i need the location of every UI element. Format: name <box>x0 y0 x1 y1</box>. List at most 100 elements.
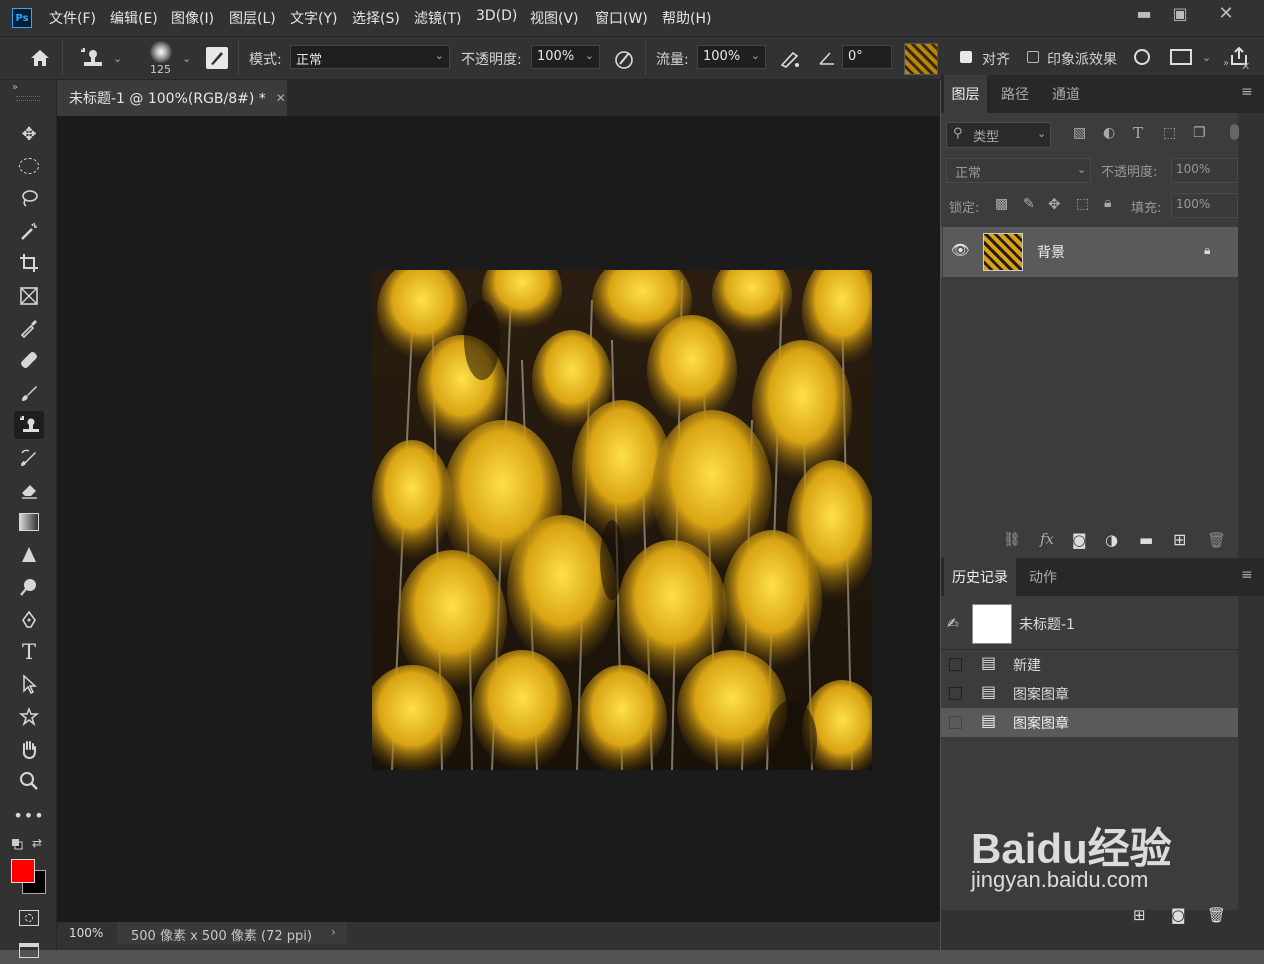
magic-wand-tool-icon[interactable] <box>14 217 44 245</box>
layer-style-icon[interactable]: fx <box>1040 530 1054 548</box>
swap-colors-icon[interactable]: ⇄ <box>32 836 46 850</box>
link-layers-icon[interactable]: ⛓︎ <box>1003 532 1021 548</box>
new-group-icon[interactable]: ▬ <box>1139 531 1153 549</box>
dodge-tool-icon[interactable] <box>14 573 44 601</box>
lock-transparent-icon[interactable]: ▩ <box>995 196 1008 212</box>
status-info-chevron-icon[interactable]: › <box>331 925 336 939</box>
angle-field[interactable]: 0° <box>842 45 892 69</box>
menu-type[interactable]: 文字(Y) <box>290 8 337 28</box>
close-tab-icon[interactable]: ✕ <box>276 91 286 105</box>
move-tool-icon[interactable]: ✥ <box>14 120 44 148</box>
lock-all-icon[interactable]: 🔒︎ <box>1104 195 1111 211</box>
default-colors-icon[interactable] <box>11 838 23 850</box>
path-selection-tool-icon[interactable] <box>14 670 44 698</box>
flow-field[interactable]: 100% ⌄ <box>697 45 766 69</box>
history-item-checkbox[interactable] <box>949 687 962 700</box>
menu-help[interactable]: 帮助(H) <box>662 8 711 28</box>
history-item-checkbox[interactable] <box>949 658 962 671</box>
eyedropper-tool-icon[interactable] <box>14 314 44 342</box>
pen-tool-icon[interactable] <box>14 606 44 634</box>
brush-chevron-down-icon[interactable]: ⌄ <box>182 52 191 65</box>
lock-position-icon[interactable]: ✥ <box>1048 195 1061 213</box>
blur-tool-icon[interactable] <box>14 541 44 569</box>
new-layer-icon[interactable]: ⊞ <box>1173 530 1186 549</box>
tab-paths[interactable]: 路径 <box>991 75 1039 113</box>
history-brush-tool-icon[interactable] <box>14 444 44 472</box>
create-snapshot-icon[interactable]: ◙ <box>1171 906 1186 924</box>
quick-mask-icon[interactable] <box>14 904 44 932</box>
add-mask-icon[interactable]: ◙ <box>1072 531 1087 549</box>
document-canvas-image[interactable] <box>372 270 872 770</box>
screen-mode-icon[interactable] <box>14 936 44 964</box>
pattern-picker-swatch[interactable] <box>904 43 938 75</box>
delete-state-icon[interactable]: 🗑︎ <box>1207 906 1226 924</box>
history-item-checkbox[interactable] <box>949 716 962 729</box>
healing-brush-tool-icon[interactable] <box>14 346 44 374</box>
align-checkbox[interactable] <box>960 51 972 63</box>
history-item-selected[interactable]: ▤ 图案图章 <box>941 708 1238 737</box>
menu-file[interactable]: 文件(F) <box>49 8 96 28</box>
minimize-icon[interactable]: ▬ <box>1124 0 1164 26</box>
toolbar-grip[interactable] <box>16 96 40 101</box>
brush-settings-icon[interactable] <box>206 47 228 69</box>
tab-channels[interactable]: 通道 <box>1041 75 1091 113</box>
filter-shape-icon[interactable]: ⬚ <box>1163 125 1176 141</box>
delete-layer-icon[interactable]: 🗑︎ <box>1207 531 1226 549</box>
canvas-area[interactable] <box>57 116 940 922</box>
pattern-stamp-tool-icon[interactable] <box>14 411 44 439</box>
menu-3d[interactable]: 3D(D) <box>476 8 517 24</box>
close-panel-icon[interactable]: ✕ <box>1241 60 1250 73</box>
foreground-color-swatch[interactable] <box>11 859 35 883</box>
hand-tool-icon[interactable] <box>14 735 44 763</box>
search-icon[interactable] <box>1134 49 1150 65</box>
new-document-from-state-icon[interactable]: ⊞ <box>1133 906 1146 924</box>
airbrush-icon[interactable] <box>777 47 803 71</box>
history-item[interactable]: ▤ 图案图章 <box>941 679 1238 708</box>
pressure-opacity-icon[interactable] <box>612 47 636 71</box>
history-panel-menu-icon[interactable]: ≡ <box>1241 567 1253 583</box>
crop-tool-icon[interactable] <box>14 249 44 277</box>
history-brush-source-icon[interactable]: ✍︎ <box>947 616 959 632</box>
pattern-stamp-preset-icon[interactable] <box>78 45 104 71</box>
layers-panel-menu-icon[interactable]: ≡ <box>1241 84 1253 100</box>
frame-tool-icon[interactable] <box>14 282 44 310</box>
menu-image[interactable]: 图像(I) <box>171 8 214 28</box>
history-snapshot-row[interactable]: ✍︎ 未标题-1 <box>941 600 1238 648</box>
preset-chevron-down-icon[interactable]: ⌄ <box>113 52 122 65</box>
marquee-tool-icon[interactable] <box>14 152 44 180</box>
filter-type-icon[interactable]: T <box>1133 124 1143 142</box>
layer-opacity-field[interactable]: 100% <box>1171 158 1238 183</box>
home-icon[interactable] <box>28 47 52 69</box>
opacity-field[interactable]: 100% ⌄ <box>531 45 600 69</box>
menu-window[interactable]: 窗口(W) <box>595 8 648 28</box>
adjustment-layer-icon[interactable]: ◑ <box>1105 531 1118 549</box>
menu-filter[interactable]: 滤镜(T) <box>414 8 461 28</box>
impressionist-checkbox[interactable] <box>1027 51 1039 63</box>
mode-select[interactable]: 正常 ⌄ <box>290 45 450 69</box>
tab-layers[interactable]: 图层 <box>944 75 987 113</box>
workspace-icon[interactable] <box>1170 49 1192 65</box>
workspace-chevron-down-icon[interactable]: ⌄ <box>1202 51 1211 64</box>
more-tools-icon[interactable]: ••• <box>13 801 44 829</box>
menu-layer[interactable]: 图层(L) <box>229 8 276 28</box>
tab-history[interactable]: 历史记录 <box>944 558 1016 596</box>
lock-artboard-icon[interactable]: ⬚ <box>1076 196 1089 212</box>
menu-select[interactable]: 选择(S) <box>352 8 400 28</box>
zoom-tool-icon[interactable] <box>14 767 44 795</box>
lock-image-icon[interactable]: ✎ <box>1023 196 1035 212</box>
filter-smart-object-icon[interactable]: ❐ <box>1193 125 1206 141</box>
history-item[interactable]: ▤ 新建 <box>941 650 1238 679</box>
layer-visibility-eye-icon[interactable]: 👁︎ <box>951 241 970 259</box>
type-tool-icon[interactable]: T <box>14 638 44 666</box>
fill-field[interactable]: 100% <box>1171 193 1238 218</box>
zoom-level[interactable]: 100% <box>69 926 103 940</box>
filter-adjustment-icon[interactable]: ◐ <box>1103 125 1115 141</box>
layer-filter-select[interactable]: ⚲ 类型 ⌄ <box>946 122 1051 148</box>
menu-view[interactable]: 视图(V) <box>530 8 579 28</box>
filter-pixel-icon[interactable]: ▧ <box>1073 125 1086 141</box>
brush-preview-icon[interactable] <box>150 41 172 63</box>
brush-tool-icon[interactable] <box>14 379 44 407</box>
custom-shape-tool-icon[interactable] <box>14 703 44 731</box>
layer-name[interactable]: 背景 <box>1037 242 1065 262</box>
close-icon[interactable]: ✕ <box>1206 0 1246 26</box>
